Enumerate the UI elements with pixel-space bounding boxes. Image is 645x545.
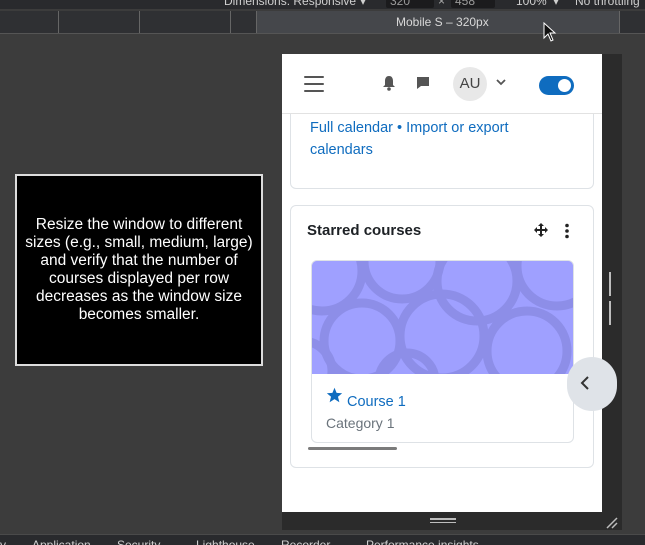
media-segment[interactable] bbox=[139, 11, 230, 33]
bell-icon[interactable] bbox=[382, 75, 396, 91]
zoom-dropdown[interactable]: 100% bbox=[516, 0, 547, 8]
corner-resize-handle[interactable] bbox=[605, 516, 618, 529]
height-input[interactable]: 458 bbox=[451, 0, 495, 8]
dimensions-dropdown[interactable]: Dimensions: Responsive bbox=[224, 0, 356, 8]
course-name-link[interactable]: Course 1 bbox=[347, 394, 406, 410]
instruction-overlay: Resize the window to different sizes (e.… bbox=[15, 174, 263, 366]
open-drawer-button[interactable] bbox=[567, 357, 617, 411]
devtools-bottom-tabs: y Application Security Lighthouse Record… bbox=[0, 534, 645, 545]
media-segment[interactable] bbox=[58, 11, 139, 33]
media-segment[interactable] bbox=[619, 11, 645, 33]
star-icon[interactable] bbox=[326, 387, 343, 403]
course-category: Category 1 bbox=[326, 415, 395, 431]
chat-icon[interactable] bbox=[415, 75, 431, 91]
course-card[interactable]: Course 1 Category 1 bbox=[311, 260, 574, 443]
hamburger-menu-icon[interactable] bbox=[304, 76, 324, 92]
chevron-down-icon: ▾ bbox=[553, 0, 560, 8]
horizontal-scrollbar[interactable] bbox=[308, 447, 397, 450]
media-query-label: Mobile S – 320px bbox=[396, 15, 489, 29]
kebab-menu-icon[interactable] bbox=[564, 223, 570, 239]
calendar-links[interactable]: Full calendar • Import or export calenda… bbox=[310, 117, 550, 161]
edit-mode-toggle[interactable] bbox=[539, 76, 574, 95]
side-resize-handle[interactable] bbox=[609, 272, 614, 325]
navbar: AU bbox=[282, 54, 602, 114]
times-icon: × bbox=[438, 0, 446, 8]
chevron-down-icon: ▾ bbox=[360, 0, 367, 8]
device-viewport: Full calendar • Import or export calenda… bbox=[282, 54, 602, 512]
chevron-left-icon bbox=[580, 376, 589, 390]
instruction-text: Resize the window to different sizes (e.… bbox=[25, 216, 253, 323]
mouse-cursor-icon bbox=[543, 22, 557, 42]
avatar[interactable]: AU bbox=[453, 67, 487, 101]
course-image[interactable] bbox=[312, 261, 573, 374]
starred-courses-title: Starred courses bbox=[307, 222, 422, 239]
media-segment[interactable] bbox=[230, 11, 256, 33]
move-icon[interactable] bbox=[533, 222, 549, 238]
chevron-down-icon[interactable] bbox=[496, 79, 506, 86]
throttling-dropdown[interactable]: No throttling bbox=[575, 0, 640, 8]
width-input[interactable]: 320 bbox=[386, 0, 434, 8]
bottom-resize-handle[interactable] bbox=[430, 518, 456, 524]
devtools-toolbar: Dimensions: Responsive ▾ 320 × 458 100% … bbox=[0, 0, 645, 9]
